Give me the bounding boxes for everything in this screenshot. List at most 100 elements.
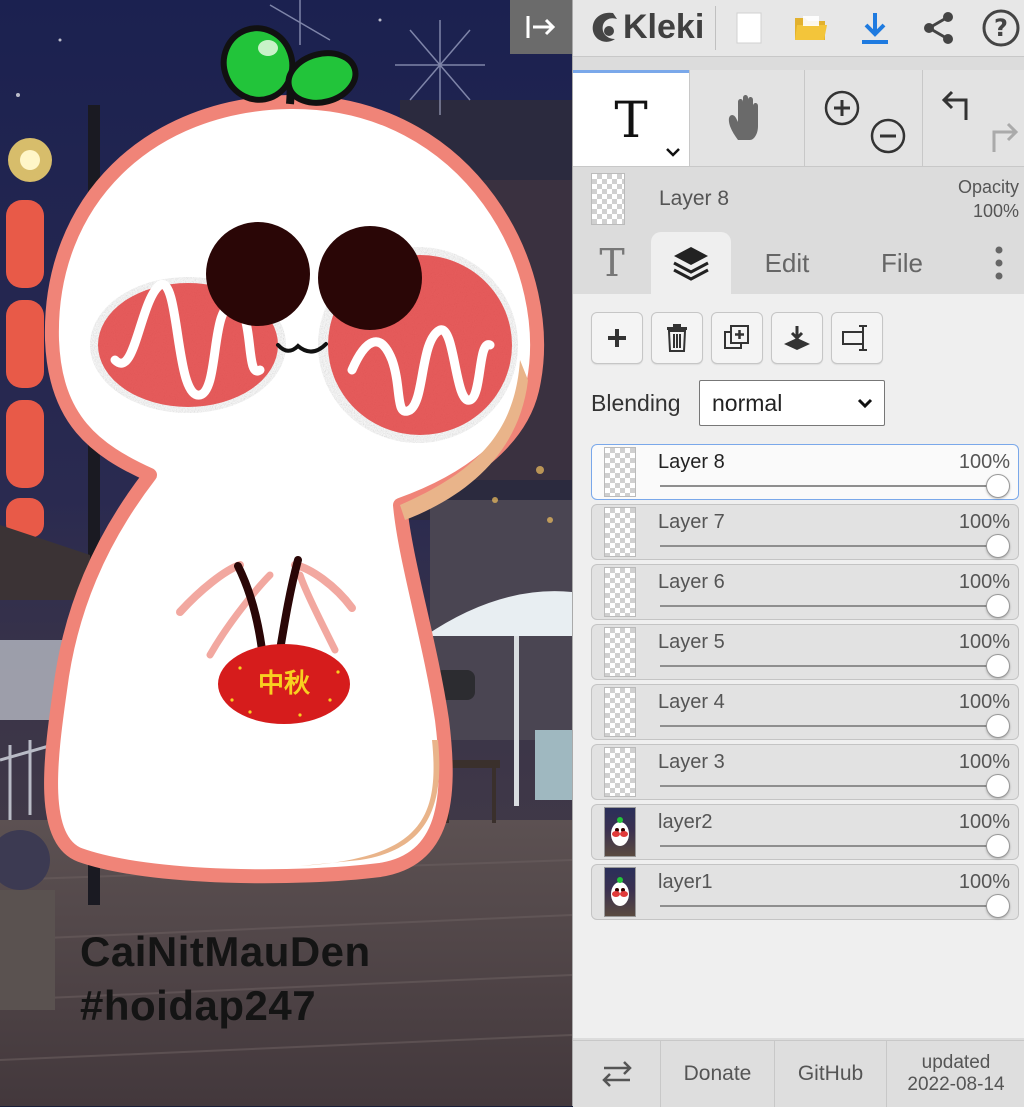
current-layer-info: Layer 8 Opacity 100% — [573, 167, 1024, 233]
layer-name: layer2 — [658, 811, 713, 833]
layer-row[interactable]: layer1 100% — [591, 864, 1019, 920]
layer-name: Layer 4 — [658, 691, 725, 713]
topbar-separator — [715, 6, 716, 50]
opacity-slider-knob[interactable] — [986, 654, 1010, 678]
new-file-button[interactable] — [721, 0, 777, 56]
merge-down-icon — [784, 326, 810, 350]
layer-row[interactable]: Layer 7 100% — [591, 504, 1019, 560]
help-button[interactable]: ? — [973, 0, 1024, 56]
updated-date: 2022-08-14 — [907, 1074, 1005, 1095]
blending-select[interactable]: normal — [699, 380, 885, 426]
layer-name: layer1 — [658, 871, 713, 893]
opacity-slider-track[interactable] — [660, 545, 996, 547]
current-layer-name: Layer 8 — [659, 187, 730, 210]
opacity-value: 100% — [972, 201, 1019, 221]
blending-label: Blending — [591, 390, 681, 416]
layer-row[interactable]: Layer 4 100% — [591, 684, 1019, 740]
opacity-slider-knob[interactable] — [986, 714, 1010, 738]
canvas-text-line-1: CaiNitMauDen — [80, 928, 371, 975]
tab-edit[interactable]: Edit — [731, 232, 843, 294]
help-icon: ? — [982, 9, 1020, 47]
more-vertical-icon — [995, 246, 1003, 280]
add-layer-button[interactable] — [591, 312, 643, 364]
opacity-slider-track[interactable] — [660, 785, 996, 787]
hand-tool-button[interactable] — [690, 70, 804, 166]
layer-name: Layer 7 — [658, 511, 725, 533]
download-icon — [862, 13, 888, 44]
collapse-panel-icon — [526, 16, 556, 38]
layer-name: Layer 8 — [658, 451, 725, 473]
merge-down-button[interactable] — [771, 312, 823, 364]
app-logo[interactable]: Kleki — [587, 4, 704, 50]
download-button[interactable] — [847, 0, 903, 56]
svg-text:?: ? — [994, 14, 1008, 42]
layer-opacity: 100% — [958, 811, 1010, 833]
text-tool-icon: T — [614, 90, 648, 149]
layer-row[interactable]: layer2 100% — [591, 804, 1019, 860]
share-button[interactable] — [911, 0, 967, 56]
text-tool-button[interactable]: T — [573, 70, 689, 166]
layer-row[interactable]: Layer 5 100% — [591, 624, 1019, 680]
redo-button[interactable] — [977, 110, 1024, 166]
layer-opacity: 100% — [958, 751, 1010, 773]
zoom-in-icon — [824, 90, 860, 126]
undo-button[interactable] — [933, 78, 983, 134]
layer-name: Layer 6 — [658, 571, 725, 593]
chevron-down-icon[interactable] — [665, 146, 681, 158]
duplicate-layer-button[interactable] — [711, 312, 763, 364]
delete-layer-button[interactable] — [651, 312, 703, 364]
rename-layer-button[interactable] — [831, 312, 883, 364]
opacity-slider-track[interactable] — [660, 725, 996, 727]
opacity-slider-track[interactable] — [660, 485, 996, 487]
zoom-out-icon — [870, 118, 906, 154]
swap-arrows-icon — [601, 1061, 632, 1087]
opacity-slider-knob[interactable] — [986, 834, 1010, 858]
tab-layers[interactable] — [651, 232, 731, 294]
app-name: Kleki — [623, 7, 705, 46]
opacity-slider-knob[interactable] — [986, 894, 1010, 918]
github-link[interactable]: GitHub — [775, 1041, 887, 1107]
top-bar: Kleki ? — [573, 0, 1024, 57]
layer-thumbnail — [604, 747, 636, 797]
donate-link[interactable]: Donate — [661, 1041, 775, 1107]
layer-opacity: 100% — [958, 511, 1010, 533]
swap-side-button[interactable] — [573, 1041, 661, 1107]
opacity-slider-knob[interactable] — [986, 534, 1010, 558]
layer-opacity: 100% — [958, 571, 1010, 593]
rename-icon — [842, 325, 867, 351]
layer-thumbnail — [604, 507, 636, 557]
badge-text: 中秋 — [258, 669, 311, 699]
layers-panel: Blending normal Layer 8 100% Layer 7 100… — [573, 294, 1024, 1038]
more-options-button[interactable] — [973, 232, 1024, 294]
current-layer-opacity: Opacity 100% — [958, 175, 1019, 223]
tab-brush[interactable]: T — [573, 232, 651, 294]
layers-icon — [673, 247, 709, 281]
layer-row[interactable]: Layer 8 100% — [591, 444, 1019, 500]
undo-icon — [941, 90, 968, 120]
opacity-slider-knob[interactable] — [986, 774, 1010, 798]
panel-footer: Donate GitHub updated 2022-08-14 — [573, 1040, 1024, 1107]
zoom-in-button[interactable] — [817, 78, 867, 138]
opacity-slider-track[interactable] — [660, 665, 996, 667]
layer-name: Layer 5 — [658, 631, 725, 653]
tab-file[interactable]: File — [843, 232, 961, 294]
updated-label: updated — [921, 1052, 991, 1073]
opacity-slider-track[interactable] — [660, 605, 996, 607]
redo-icon — [992, 122, 1019, 152]
opacity-slider-track[interactable] — [660, 905, 996, 907]
opacity-slider-knob[interactable] — [986, 594, 1010, 618]
layer-row[interactable]: Layer 3 100% — [591, 744, 1019, 800]
collapse-panel-button[interactable] — [510, 0, 572, 54]
layer-thumbnail — [604, 807, 636, 857]
layer-row[interactable]: Layer 6 100% — [591, 564, 1019, 620]
layer-thumbnail — [604, 867, 636, 917]
open-folder-icon — [795, 16, 827, 40]
opacity-slider-track[interactable] — [660, 845, 996, 847]
drawing-canvas[interactable]: 中秋 CaiNitMauDen #hoidap247 — [0, 0, 572, 1106]
opacity-slider-knob[interactable] — [986, 474, 1010, 498]
new-file-icon — [736, 12, 762, 44]
canvas-text-line-2: #hoidap247 — [80, 982, 317, 1029]
zoom-out-button[interactable] — [863, 106, 913, 166]
layer-list: Layer 8 100% Layer 7 100% Layer 6 100% L… — [591, 444, 1019, 924]
open-file-button[interactable] — [783, 0, 839, 56]
